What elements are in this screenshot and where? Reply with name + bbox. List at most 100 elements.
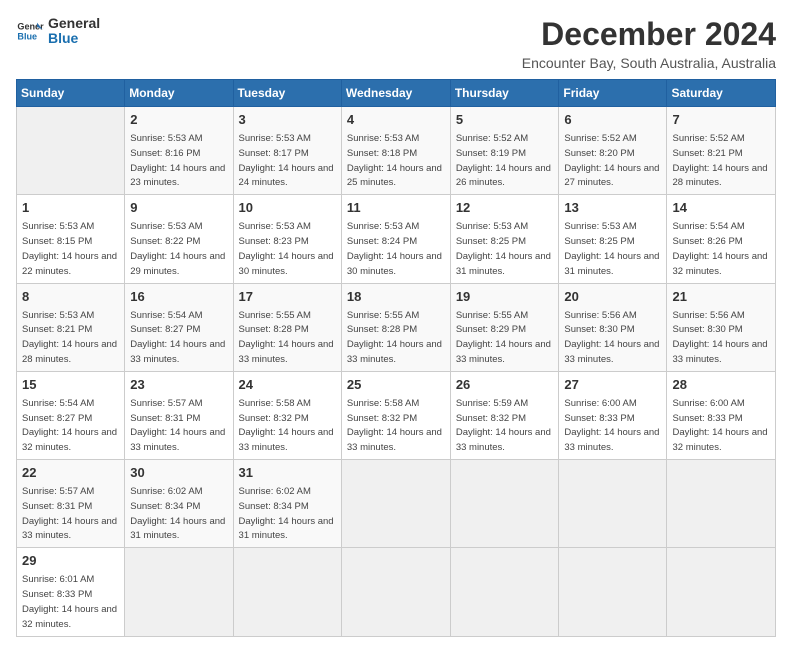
day-number: 4	[347, 111, 445, 129]
day-info: Sunrise: 5:57 AMSunset: 8:31 PMDaylight:…	[22, 486, 117, 541]
title-area: December 2024 Encounter Bay, South Austr…	[522, 16, 776, 71]
day-number: 22	[22, 464, 119, 482]
day-info: Sunrise: 5:56 AMSunset: 8:30 PMDaylight:…	[672, 310, 767, 365]
calendar-week-row: 2 Sunrise: 5:53 AMSunset: 8:16 PMDayligh…	[17, 107, 776, 195]
day-info: Sunrise: 5:53 AMSunset: 8:25 PMDaylight:…	[564, 221, 659, 276]
table-row	[559, 460, 667, 548]
table-row: 3 Sunrise: 5:53 AMSunset: 8:17 PMDayligh…	[233, 107, 341, 195]
table-row: 24 Sunrise: 5:58 AMSunset: 8:32 PMDaylig…	[233, 371, 341, 459]
day-number: 1	[22, 199, 119, 217]
day-info: Sunrise: 5:58 AMSunset: 8:32 PMDaylight:…	[239, 398, 334, 453]
day-info: Sunrise: 5:53 AMSunset: 8:21 PMDaylight:…	[22, 310, 117, 365]
table-row: 4 Sunrise: 5:53 AMSunset: 8:18 PMDayligh…	[341, 107, 450, 195]
table-row: 8 Sunrise: 5:53 AMSunset: 8:21 PMDayligh…	[17, 283, 125, 371]
day-info: Sunrise: 6:00 AMSunset: 8:33 PMDaylight:…	[564, 398, 659, 453]
table-row	[667, 548, 776, 636]
day-info: Sunrise: 5:53 AMSunset: 8:16 PMDaylight:…	[130, 133, 225, 188]
day-info: Sunrise: 5:53 AMSunset: 8:24 PMDaylight:…	[347, 221, 442, 276]
table-row: 11 Sunrise: 5:53 AMSunset: 8:24 PMDaylig…	[341, 195, 450, 283]
day-number: 16	[130, 288, 227, 306]
table-row: 2 Sunrise: 5:53 AMSunset: 8:16 PMDayligh…	[125, 107, 233, 195]
day-info: Sunrise: 5:55 AMSunset: 8:28 PMDaylight:…	[347, 310, 442, 365]
svg-text:Blue: Blue	[17, 32, 37, 42]
day-number: 15	[22, 376, 119, 394]
location-subtitle: Encounter Bay, South Australia, Australi…	[522, 55, 776, 71]
table-row: 6 Sunrise: 5:52 AMSunset: 8:20 PMDayligh…	[559, 107, 667, 195]
day-info: Sunrise: 5:58 AMSunset: 8:32 PMDaylight:…	[347, 398, 442, 453]
day-number: 7	[672, 111, 770, 129]
day-info: Sunrise: 5:57 AMSunset: 8:31 PMDaylight:…	[130, 398, 225, 453]
day-number: 11	[347, 199, 445, 217]
day-number: 17	[239, 288, 336, 306]
day-info: Sunrise: 5:53 AMSunset: 8:17 PMDaylight:…	[239, 133, 334, 188]
calendar-week-row: 8 Sunrise: 5:53 AMSunset: 8:21 PMDayligh…	[17, 283, 776, 371]
day-number: 9	[130, 199, 227, 217]
day-info: Sunrise: 6:02 AMSunset: 8:34 PMDaylight:…	[239, 486, 334, 541]
day-info: Sunrise: 6:00 AMSunset: 8:33 PMDaylight:…	[672, 398, 767, 453]
day-info: Sunrise: 6:02 AMSunset: 8:34 PMDaylight:…	[130, 486, 225, 541]
table-row: 10 Sunrise: 5:53 AMSunset: 8:23 PMDaylig…	[233, 195, 341, 283]
table-row	[559, 548, 667, 636]
table-row: 17 Sunrise: 5:55 AMSunset: 8:28 PMDaylig…	[233, 283, 341, 371]
header-thursday: Thursday	[450, 80, 559, 107]
calendar-week-row: 22 Sunrise: 5:57 AMSunset: 8:31 PMDaylig…	[17, 460, 776, 548]
day-number: 13	[564, 199, 661, 217]
calendar-week-row: 29 Sunrise: 6:01 AMSunset: 8:33 PMDaylig…	[17, 548, 776, 636]
day-number: 30	[130, 464, 227, 482]
logo: General Blue General Blue	[16, 16, 100, 47]
table-row: 18 Sunrise: 5:55 AMSunset: 8:28 PMDaylig…	[341, 283, 450, 371]
month-title: December 2024	[522, 16, 776, 53]
day-number: 31	[239, 464, 336, 482]
day-number: 29	[22, 552, 119, 570]
day-number: 6	[564, 111, 661, 129]
day-number: 3	[239, 111, 336, 129]
table-row: 14 Sunrise: 5:54 AMSunset: 8:26 PMDaylig…	[667, 195, 776, 283]
day-number: 25	[347, 376, 445, 394]
calendar-header-row: Sunday Monday Tuesday Wednesday Thursday…	[17, 80, 776, 107]
header-monday: Monday	[125, 80, 233, 107]
logo-icon: General Blue	[16, 17, 44, 45]
header-tuesday: Tuesday	[233, 80, 341, 107]
day-number: 2	[130, 111, 227, 129]
table-row: 1 Sunrise: 5:53 AMSunset: 8:15 PMDayligh…	[17, 195, 125, 283]
page-header: General Blue General Blue December 2024 …	[16, 16, 776, 71]
table-row: 26 Sunrise: 5:59 AMSunset: 8:32 PMDaylig…	[450, 371, 559, 459]
table-row: 19 Sunrise: 5:55 AMSunset: 8:29 PMDaylig…	[450, 283, 559, 371]
calendar-week-row: 1 Sunrise: 5:53 AMSunset: 8:15 PMDayligh…	[17, 195, 776, 283]
day-number: 24	[239, 376, 336, 394]
logo-general: General	[48, 16, 100, 31]
day-number: 10	[239, 199, 336, 217]
table-row	[450, 548, 559, 636]
calendar-table: Sunday Monday Tuesday Wednesday Thursday…	[16, 79, 776, 637]
header-saturday: Saturday	[667, 80, 776, 107]
day-number: 12	[456, 199, 554, 217]
table-row: 23 Sunrise: 5:57 AMSunset: 8:31 PMDaylig…	[125, 371, 233, 459]
table-row	[341, 460, 450, 548]
day-info: Sunrise: 5:53 AMSunset: 8:25 PMDaylight:…	[456, 221, 551, 276]
table-row: 28 Sunrise: 6:00 AMSunset: 8:33 PMDaylig…	[667, 371, 776, 459]
day-info: Sunrise: 5:55 AMSunset: 8:29 PMDaylight:…	[456, 310, 551, 365]
table-row	[125, 548, 233, 636]
header-friday: Friday	[559, 80, 667, 107]
day-number: 23	[130, 376, 227, 394]
day-info: Sunrise: 5:53 AMSunset: 8:23 PMDaylight:…	[239, 221, 334, 276]
table-row: 12 Sunrise: 5:53 AMSunset: 8:25 PMDaylig…	[450, 195, 559, 283]
table-row: 31 Sunrise: 6:02 AMSunset: 8:34 PMDaylig…	[233, 460, 341, 548]
day-info: Sunrise: 5:52 AMSunset: 8:19 PMDaylight:…	[456, 133, 551, 188]
table-row: 21 Sunrise: 5:56 AMSunset: 8:30 PMDaylig…	[667, 283, 776, 371]
table-row: 27 Sunrise: 6:00 AMSunset: 8:33 PMDaylig…	[559, 371, 667, 459]
day-info: Sunrise: 5:54 AMSunset: 8:27 PMDaylight:…	[22, 398, 117, 453]
day-number: 5	[456, 111, 554, 129]
day-info: Sunrise: 5:54 AMSunset: 8:26 PMDaylight:…	[672, 221, 767, 276]
day-info: Sunrise: 5:59 AMSunset: 8:32 PMDaylight:…	[456, 398, 551, 453]
table-row: 7 Sunrise: 5:52 AMSunset: 8:21 PMDayligh…	[667, 107, 776, 195]
day-number: 27	[564, 376, 661, 394]
table-row: 30 Sunrise: 6:02 AMSunset: 8:34 PMDaylig…	[125, 460, 233, 548]
table-row: 16 Sunrise: 5:54 AMSunset: 8:27 PMDaylig…	[125, 283, 233, 371]
day-info: Sunrise: 5:52 AMSunset: 8:21 PMDaylight:…	[672, 133, 767, 188]
day-info: Sunrise: 5:53 AMSunset: 8:18 PMDaylight:…	[347, 133, 442, 188]
table-row: 22 Sunrise: 5:57 AMSunset: 8:31 PMDaylig…	[17, 460, 125, 548]
table-row	[17, 107, 125, 195]
day-number: 8	[22, 288, 119, 306]
day-number: 28	[672, 376, 770, 394]
